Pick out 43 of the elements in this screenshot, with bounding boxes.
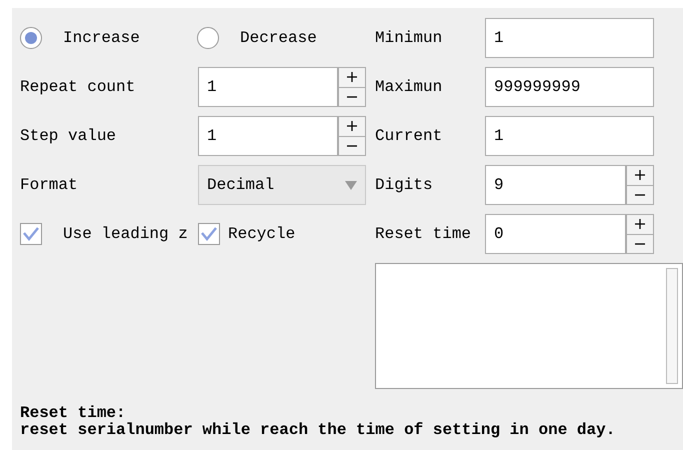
text-field[interactable]: 1 [485,18,654,58]
plus-icon [347,72,357,82]
checkmark-icon [23,227,39,241]
checkbox-option[interactable]: Use leading z [20,222,198,246]
radio-button[interactable] [20,27,42,49]
minus-icon [347,96,357,98]
field-label: Current [375,126,444,147]
help-text: reset serialnumber while reach the time of setting in one day. [20,422,616,439]
text-field[interactable]: 999999999 [485,67,654,107]
increment-button[interactable] [626,214,654,234]
radio-option[interactable]: Decrease [197,26,317,50]
increment-button[interactable] [626,165,654,184]
plus-icon [635,170,645,180]
checkbox[interactable] [198,223,220,245]
checkbox[interactable] [20,223,42,245]
field-label: Step value [20,126,118,147]
increment-button[interactable] [338,116,366,136]
number-field[interactable]: 9 [485,165,626,205]
plus-icon [347,121,357,132]
number-field[interactable]: 1 [198,67,338,107]
number-field[interactable]: 0 [485,214,626,254]
checkbox-option[interactable]: Recycle [198,222,296,246]
increment-button[interactable] [338,67,366,86]
checkmark-icon [201,227,217,241]
plus-icon [635,219,645,230]
text-field[interactable]: 1 [485,116,654,156]
dropdown-arrow-icon [345,180,357,190]
field-label: Reset time [375,224,472,245]
radio-option[interactable]: Increase [20,26,197,50]
field-label: Minimun [375,28,444,49]
field-label: Repeat count [20,77,136,98]
scrollbar[interactable] [666,268,678,384]
field-label: Format [20,175,79,196]
text-area[interactable] [375,263,683,389]
radio-button[interactable] [197,27,219,49]
minus-icon [347,144,357,147]
field-label: Digits [375,175,434,196]
number-field[interactable]: 1 [198,116,338,156]
help-title: Reset time: [20,405,127,422]
minus-icon [635,242,645,245]
minus-icon [635,194,645,196]
field-label: Maximun [375,77,444,98]
format-dropdown[interactable]: Decimal [198,165,366,205]
